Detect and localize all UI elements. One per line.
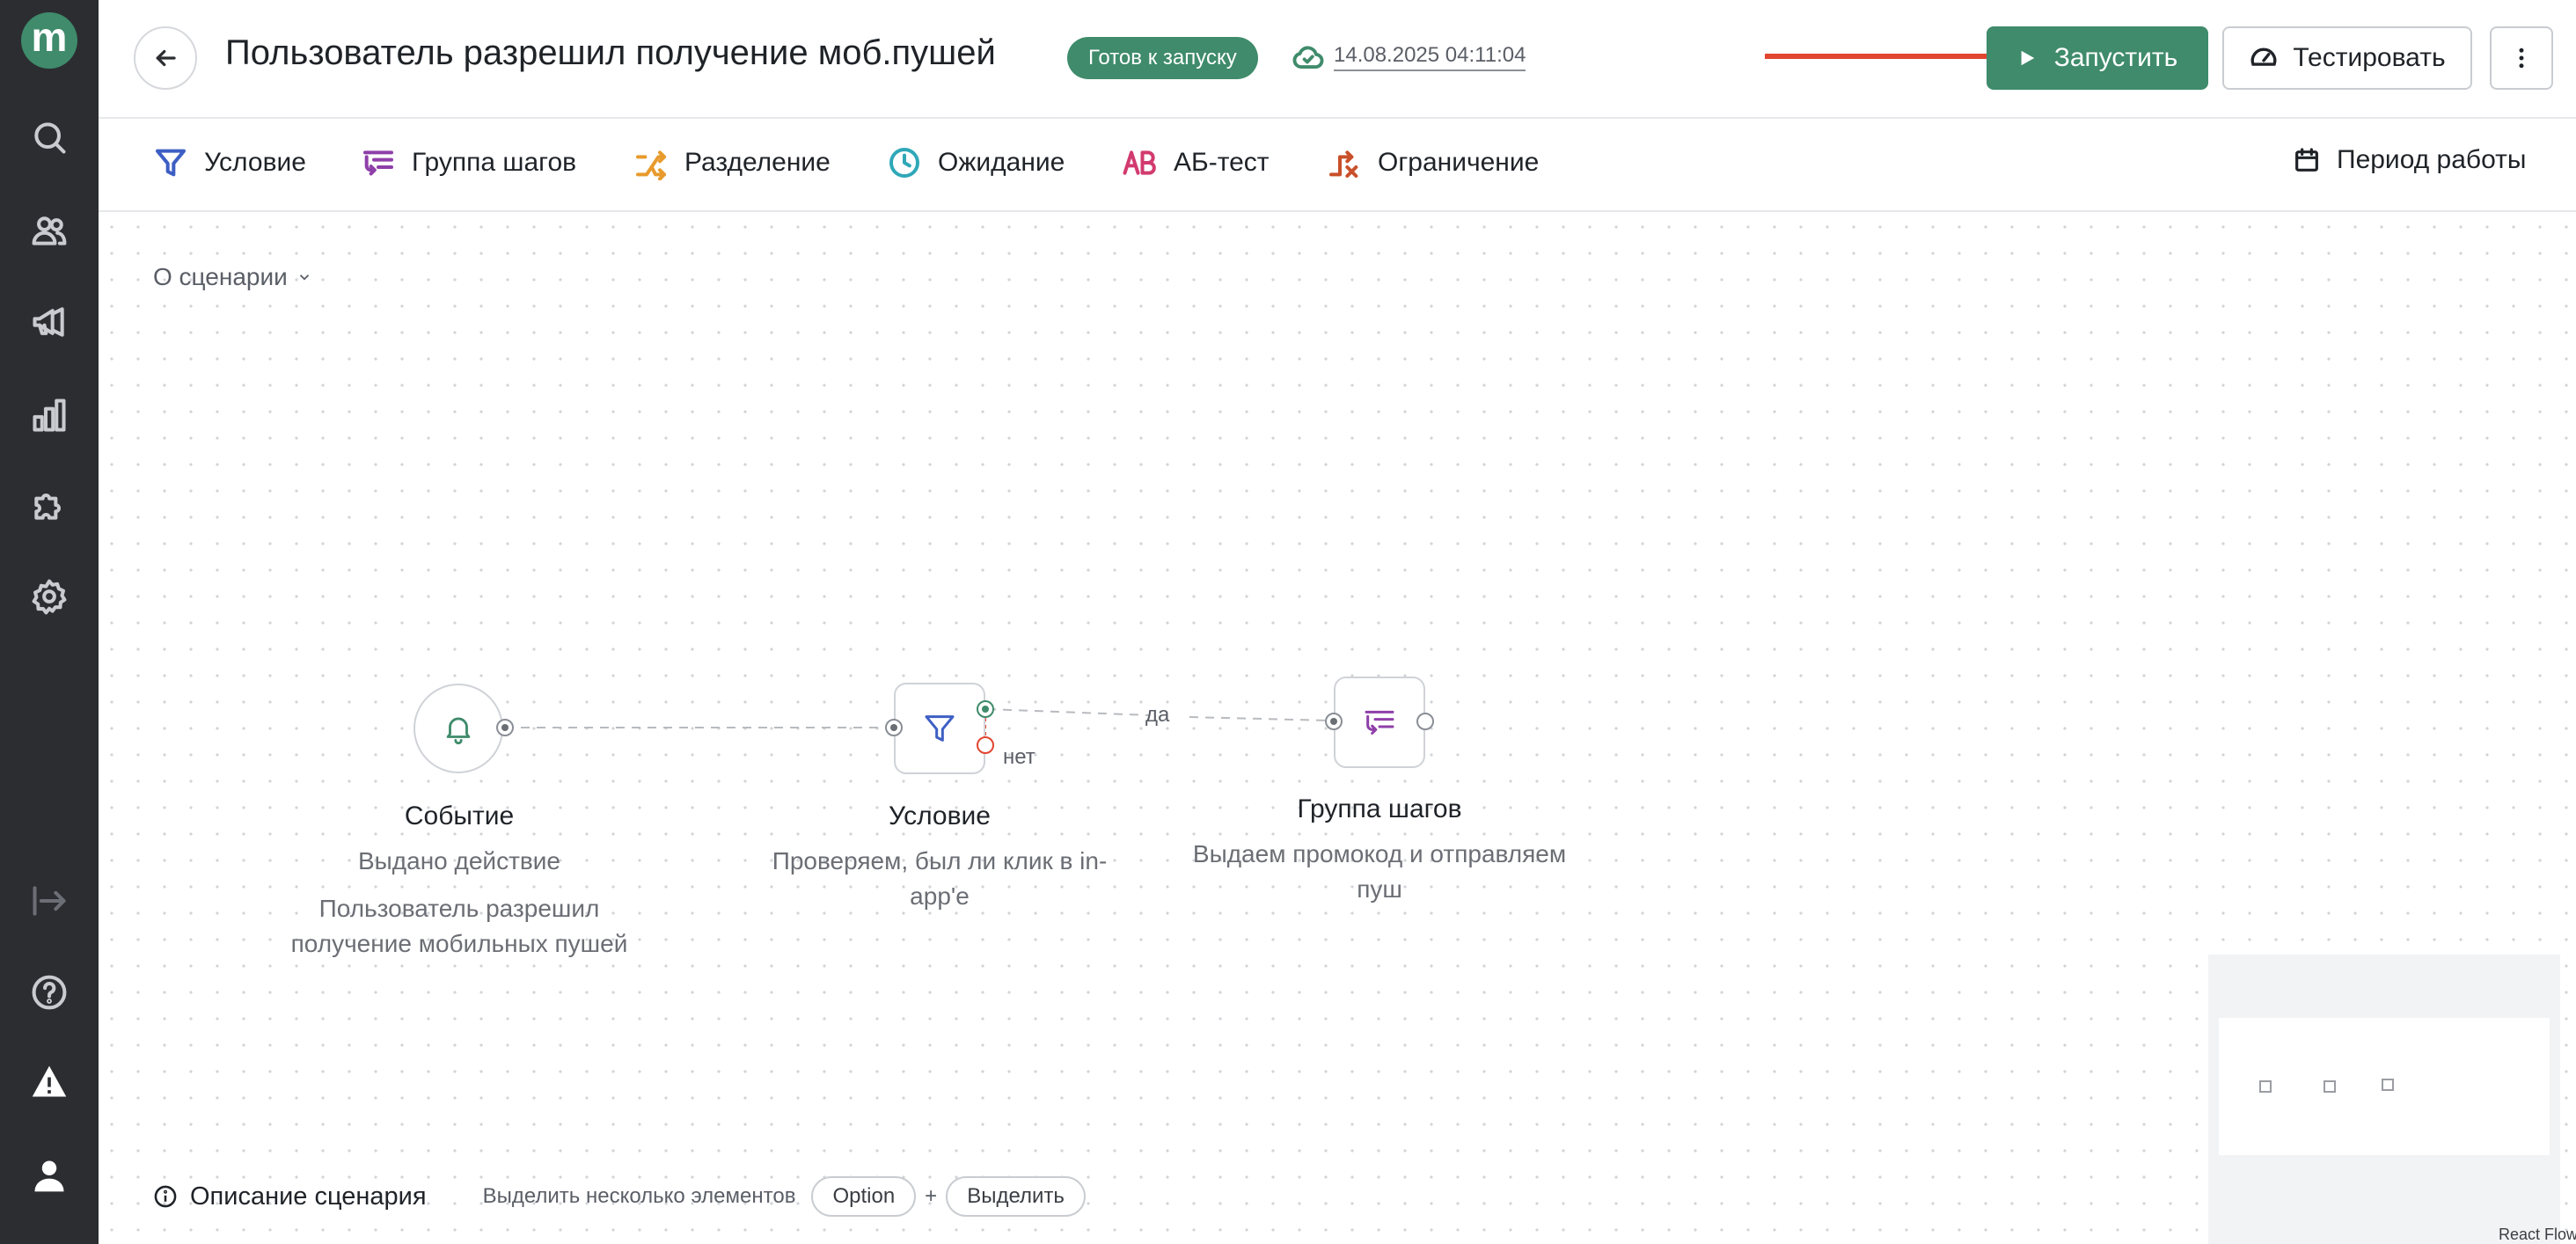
test-button[interactable]: Тестировать	[2222, 26, 2472, 90]
split-icon	[636, 150, 666, 180]
play-icon	[2021, 50, 2034, 66]
edge-condition-yes-tail	[1189, 716, 1331, 721]
tool-wait-label: Ожидание	[938, 148, 1065, 177]
limit-icon	[1329, 150, 1358, 178]
filter-icon	[925, 715, 955, 742]
react-flow-attribution[interactable]: React Flow	[2499, 1226, 2576, 1244]
event-node-subtitle: Выдано действие	[358, 847, 560, 874]
tool-limit-label: Ограничение	[1378, 148, 1540, 177]
minimap[interactable]	[2208, 955, 2560, 1244]
step-group-icon	[1365, 710, 1394, 735]
step-group-node-title: Группа шагов	[1297, 794, 1462, 823]
test-button-label: Тестировать	[2293, 43, 2446, 72]
event-node-title: Событие	[404, 801, 515, 831]
calendar-icon	[2295, 148, 2318, 172]
gauge-icon	[2251, 48, 2277, 66]
plus-sign: +	[925, 1184, 938, 1208]
save-status[interactable]: 14.08.2025 04:11:04	[1292, 40, 1526, 74]
scenario-description-button[interactable]: Описание сценария	[153, 1182, 427, 1211]
step-group-node-subtitle: Выдаем промокод и отправляем пуш	[1192, 840, 1567, 903]
tool-step-group[interactable]: Группа шагов	[361, 145, 576, 180]
run-button-label: Запустить	[2053, 43, 2178, 72]
search-icon[interactable]	[26, 114, 72, 160]
select-key: Выделить	[946, 1176, 1086, 1217]
canvas-footer: Описание сценария Выделить несколько эле…	[153, 1176, 1086, 1217]
edge-condition-yes	[986, 708, 1150, 716]
clock-icon	[889, 148, 919, 178]
condition-input-handle[interactable]	[885, 719, 903, 736]
step-group-icon	[363, 150, 393, 176]
event-output-handle[interactable]	[496, 719, 514, 736]
step-group-node[interactable]	[1334, 677, 1425, 768]
flow-canvas[interactable]: О сценарии Событие Выдано действие Польз…	[99, 214, 2576, 1244]
step-group-input-handle[interactable]	[1325, 713, 1343, 730]
warning-icon[interactable]	[26, 1059, 72, 1105]
ab-test-icon	[1123, 150, 1156, 175]
tool-limit[interactable]: Ограничение	[1327, 145, 1539, 180]
node-toolbar: Условие Группа шагов Разделение Ожидание…	[99, 121, 2576, 212]
work-period-label: Период работы	[2337, 145, 2527, 174]
scenario-description-label: Описание сценария	[190, 1182, 427, 1211]
event-node-text: Событие Выдано действие Пользователь раз…	[266, 801, 653, 962]
logo[interactable]: m	[21, 12, 77, 69]
megaphone-icon[interactable]	[26, 299, 72, 345]
minimap-node	[2259, 1080, 2272, 1093]
tool-condition-label: Условие	[204, 148, 306, 177]
info-icon	[154, 1185, 177, 1208]
header: Пользователь разрешил получение моб.пуше…	[99, 0, 2576, 119]
step-group-node-text: Группа шагов Выдаем промокод и отправляе…	[1177, 794, 1582, 907]
tool-split-label: Разделение	[684, 148, 831, 177]
profile-icon[interactable]	[26, 1153, 72, 1198]
condition-no-handle[interactable]	[977, 736, 994, 754]
save-timestamp[interactable]: 14.08.2025 04:11:04	[1334, 43, 1526, 71]
option-key: Option	[811, 1176, 917, 1217]
condition-yes-handle[interactable]	[977, 700, 994, 718]
work-period-button[interactable]: Период работы	[2293, 145, 2526, 175]
run-button[interactable]: Запустить	[1987, 26, 2208, 90]
help-icon[interactable]	[26, 970, 72, 1015]
sidebar: m	[0, 0, 99, 1244]
edge-no-label: нет	[1003, 745, 1036, 769]
status-badge: Готов к запуску	[1067, 37, 1258, 79]
back-button[interactable]	[134, 26, 197, 90]
minimap-node	[2324, 1080, 2336, 1093]
event-node[interactable]	[413, 684, 503, 773]
tool-split[interactable]: Разделение	[633, 145, 831, 180]
tool-wait[interactable]: Ожидание	[887, 145, 1065, 180]
step-group-output-handle[interactable]	[1416, 713, 1434, 730]
condition-node-subtitle: Проверяем, был ли клик в in-app'е	[772, 847, 1108, 910]
analytics-icon[interactable]	[26, 392, 72, 438]
collapse-icon[interactable]	[26, 878, 72, 924]
integrations-icon[interactable]	[26, 482, 72, 528]
cloud-check-icon	[1292, 46, 1324, 69]
tool-condition[interactable]: Условие	[153, 145, 306, 180]
multiselect-hint: Выделить несколько элементов	[482, 1184, 796, 1208]
condition-node[interactable]	[894, 683, 985, 774]
event-node-description: Пользователь разрешил получение мобильны…	[290, 895, 628, 957]
tool-ab-test[interactable]: АБ-тест	[1123, 145, 1270, 180]
page-title: Пользователь разрешил получение моб.пуше…	[225, 33, 996, 72]
bell-icon	[446, 717, 471, 744]
tool-ab-test-label: АБ-тест	[1174, 148, 1270, 177]
more-vertical-icon	[2519, 48, 2524, 69]
filter-icon	[156, 149, 186, 177]
arrow-left-icon	[156, 49, 176, 67]
tool-step-group-label: Группа шагов	[412, 148, 577, 177]
more-button[interactable]	[2490, 26, 2553, 90]
settings-icon[interactable]	[26, 574, 72, 619]
edge-yes-label: да	[1145, 703, 1170, 727]
users-icon[interactable]	[26, 208, 72, 253]
minimap-node	[2382, 1079, 2394, 1091]
condition-node-text: Условие Проверяем, был ли клик в in-app'…	[753, 801, 1126, 914]
condition-node-title: Условие	[889, 801, 991, 831]
